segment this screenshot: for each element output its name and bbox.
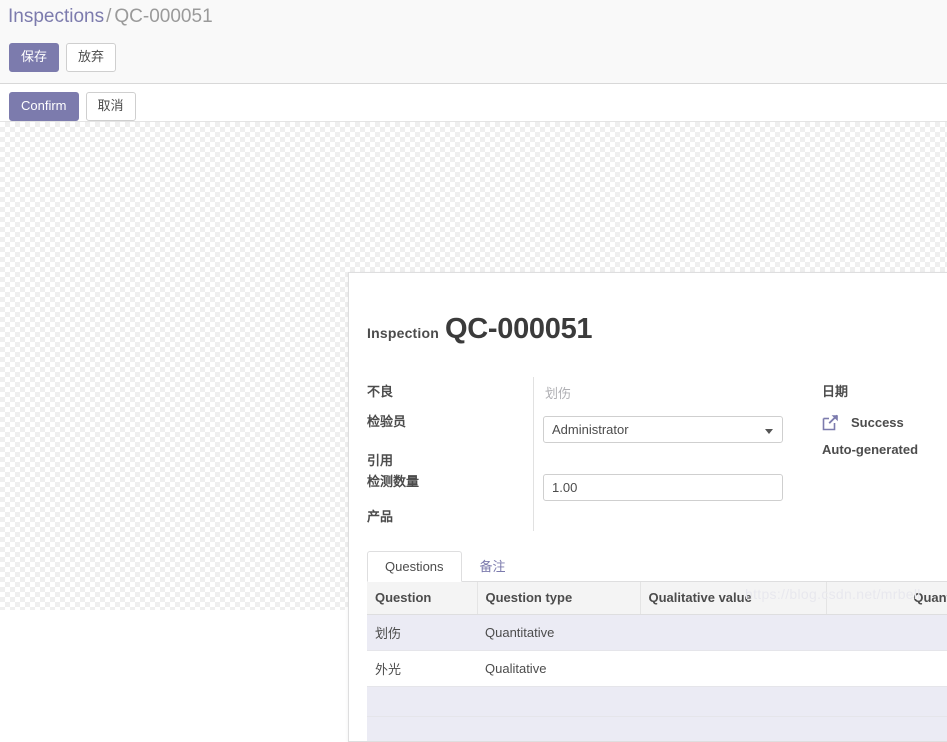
cancel-button[interactable]: 取消 (85, 92, 136, 121)
cell-filler (826, 716, 947, 741)
cell-qualitative-value (640, 614, 826, 651)
questions-table: Question Question type Qualitative value… (367, 582, 947, 741)
column-header-qualitative-value[interactable]: Qualitative value (640, 582, 827, 615)
origin-label: Auto-generated (822, 442, 919, 457)
cell-question-type: Quantitative (477, 614, 640, 651)
form-fields: 不良 检验员 引用 检测数量 产品 划伤 Administrator 1.00 (349, 377, 947, 531)
breadcrumb-separator: / (106, 6, 112, 27)
notebook: Questions 备注 Question Question type Quali… (367, 551, 947, 741)
action-bar: Confirm 取消 (0, 85, 947, 122)
record-title-value: QC-000051 (445, 313, 593, 345)
discard-button[interactable]: 放弃 (66, 43, 117, 72)
table-filler-row (367, 716, 947, 741)
top-status-bar: Inspections / QC-000051 保存 放弃 (0, 0, 947, 84)
chevron-down-icon (765, 429, 773, 434)
breadcrumb-current: QC-000051 (114, 6, 213, 27)
inspector-select-value: Administrator (552, 422, 629, 437)
breadcrumb-root-link[interactable]: Inspections (8, 6, 104, 27)
quantity-input-value: 1.00 (552, 480, 578, 495)
confirm-button[interactable]: Confirm (9, 92, 79, 121)
quantity-input[interactable]: 1.00 (543, 474, 783, 501)
column-header-quantitative-value[interactable]: Quantitative (826, 582, 947, 615)
cell-quantitative-value (826, 650, 947, 687)
column-header-question-type[interactable]: Question type (477, 582, 641, 615)
field-label-product: 产品 (367, 509, 394, 524)
field-label-defect: 不良 (367, 384, 394, 399)
status-badge: Success (851, 415, 904, 430)
record-title-label: Inspection (367, 325, 440, 341)
action-button-group: Confirm 取消 (9, 92, 136, 121)
notebook-tabs: Questions 备注 (367, 551, 947, 582)
form-column-divider (533, 377, 534, 531)
cell-quantitative-value (826, 614, 947, 651)
record-form-sheet: Inspection QC-000051 不良 检验员 引用 检测数量 产品 划伤… (348, 272, 947, 742)
cell-filler (640, 686, 826, 717)
defect-value-text: 划伤 (545, 386, 572, 401)
cell-filler (640, 716, 826, 741)
field-label-date: 日期 (822, 384, 849, 399)
cell-filler (477, 716, 640, 741)
cell-filler (826, 686, 947, 717)
field-label-quantity: 检测数量 (367, 474, 420, 489)
tab-notes[interactable]: 备注 (462, 551, 524, 582)
cell-question: 划伤 (367, 614, 477, 651)
cell-qualitative-value (640, 650, 826, 687)
cell-filler (367, 716, 477, 741)
record-toolbar: 保存 放弃 (9, 43, 117, 72)
table-row[interactable]: 划伤 Quantitative (367, 614, 947, 651)
cell-question-type: Qualitative (477, 650, 640, 687)
inspector-select[interactable]: Administrator (543, 416, 783, 443)
cell-question: 外光 (367, 650, 477, 687)
record-title: Inspection QC-000051 (367, 313, 593, 346)
breadcrumb: Inspections / QC-000051 (8, 5, 213, 29)
tab-questions[interactable]: Questions (367, 551, 462, 582)
field-label-reference: 引用 (367, 453, 394, 468)
save-button[interactable]: 保存 (9, 43, 60, 72)
table-row[interactable]: 外光 Qualitative (367, 650, 947, 687)
cell-filler (367, 686, 477, 717)
external-link-icon[interactable] (821, 413, 840, 432)
column-header-question[interactable]: Question (367, 582, 478, 615)
form-canvas: Inspection QC-000051 不良 检验员 引用 检测数量 产品 划伤… (0, 122, 947, 742)
table-header-row: Question Question type Qualitative value… (367, 582, 947, 615)
cell-filler (477, 686, 640, 717)
table-filler-row (367, 686, 947, 717)
field-label-inspector: 检验员 (367, 414, 407, 429)
